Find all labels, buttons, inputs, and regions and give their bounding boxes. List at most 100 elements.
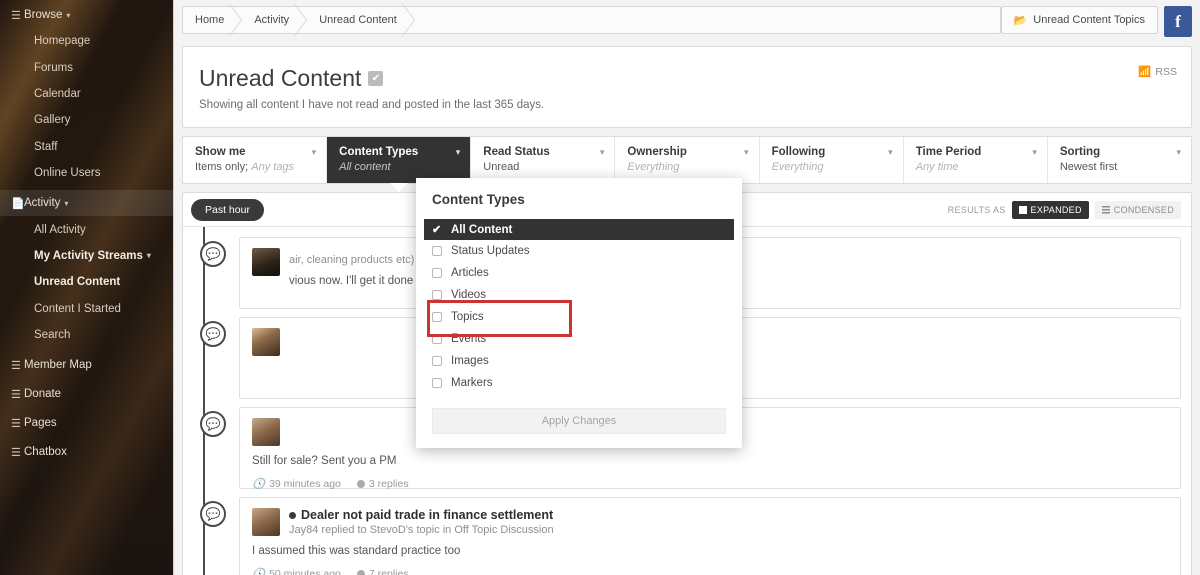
breadcrumb-item-home[interactable]: Home: [183, 6, 242, 34]
checkbox-icon[interactable]: [432, 290, 442, 300]
facebook-icon: f: [1175, 11, 1181, 31]
menu-icon: ☰: [11, 359, 21, 372]
sidebar-item-search[interactable]: Search: [0, 322, 173, 348]
mark-read-badge-icon[interactable]: ✔: [368, 71, 384, 86]
option-all-content[interactable]: ✔ All Content: [424, 219, 734, 240]
option-status-updates[interactable]: Status Updates: [424, 240, 734, 262]
option-markers[interactable]: Markers: [424, 372, 734, 394]
option-articles[interactable]: Articles: [424, 262, 734, 284]
sidebar-item-label: Online Users: [34, 167, 101, 180]
sidebar-group-activity-label: Activity: [24, 197, 61, 210]
view-condensed-button[interactable]: CONDENSED: [1094, 200, 1181, 219]
unread-content-topics-label: Unread Content Topics: [1033, 14, 1145, 26]
check-icon: ✔: [432, 224, 442, 236]
sidebar-item-label: Content I Started: [34, 302, 121, 315]
option-videos[interactable]: Videos: [424, 284, 734, 306]
page-root: ☰ Browse ▾ Homepage Forums Calendar Gall…: [0, 0, 1200, 575]
filter-content-types[interactable]: Content Types All content ▾: [327, 137, 472, 192]
feed-entry-body: I assumed this was standard practice too: [252, 545, 461, 557]
view-expanded-label: EXPANDED: [1030, 204, 1082, 215]
checkbox-icon[interactable]: [432, 246, 442, 256]
sidebar-item-label: All Activity: [34, 223, 86, 236]
menu-icon: ☰: [11, 446, 21, 459]
feed-entry-head: Dealer not paid trade in finance settlem…: [252, 508, 1168, 536]
sidebar-item-my-activity-streams[interactable]: My Activity Streams ▾: [0, 243, 173, 269]
option-topics[interactable]: Topics: [424, 306, 734, 328]
option-label: Status Updates: [451, 245, 530, 257]
chevron-down-icon: ▾: [888, 147, 893, 157]
filter-following[interactable]: Following Everything ▾: [760, 137, 904, 183]
sidebar-item-online-users[interactable]: Online Users: [0, 160, 173, 186]
chevron-down-icon: ▾: [146, 251, 151, 261]
sidebar-group-activity[interactable]: 📄 Activity ▾: [0, 190, 173, 217]
sidebar-item-gallery[interactable]: Gallery: [0, 107, 173, 133]
feed-entry-title[interactable]: Dealer not paid trade in finance settlem…: [289, 508, 1168, 522]
time-pill-past-hour[interactable]: Past hour: [191, 198, 264, 221]
comment-icon: 💬: [200, 241, 226, 267]
sidebar-item-label: Staff: [34, 140, 58, 153]
feed-entry-meta: 🕓 39 minutes ago 3 replies: [252, 477, 1168, 491]
chevron-down-icon: ▾: [455, 147, 461, 157]
chevron-down-icon: ▾: [1032, 147, 1037, 157]
filter-show-me[interactable]: Show me Items only; Any tags ▾: [183, 137, 328, 183]
option-events[interactable]: Events: [424, 328, 734, 350]
menu-icon: ☰: [11, 388, 21, 401]
sidebar-item-pages[interactable]: ☰ Pages: [0, 410, 173, 436]
feed-entry-time: 🕓 39 minutes ago: [252, 477, 341, 491]
view-expanded-button[interactable]: EXPANDED: [1011, 200, 1089, 219]
filter-ownership[interactable]: Ownership Everything ▾: [615, 137, 760, 183]
sidebar-item-unread-content[interactable]: Unread Content: [0, 269, 173, 295]
feed-entry-replies[interactable]: 7 replies: [356, 568, 409, 575]
option-images[interactable]: Images: [424, 350, 734, 372]
filter-title: Ownership: [627, 146, 687, 158]
filter-bar: Show me Items only; Any tags ▾ Content T…: [182, 136, 1192, 192]
avatar: [252, 248, 280, 276]
facebook-share-button[interactable]: f: [1164, 6, 1192, 37]
sidebar-item-forums[interactable]: Forums: [0, 54, 173, 80]
checkbox-icon[interactable]: [432, 268, 442, 278]
checkbox-icon[interactable]: [432, 334, 442, 344]
sidebar-item-chatbox[interactable]: ☰ Chatbox: [0, 439, 173, 465]
apply-changes-button[interactable]: Apply Changes: [432, 408, 726, 434]
sidebar-item-staff[interactable]: Staff: [0, 134, 173, 160]
filter-value-muted: Any tags: [251, 161, 295, 173]
sidebar-item-calendar[interactable]: Calendar: [0, 81, 173, 107]
rss-link[interactable]: 📶 RSS: [1138, 65, 1177, 79]
sidebar-group-browse-label: Browse: [24, 9, 63, 21]
sidebar-item-donate[interactable]: ☰ Donate: [0, 381, 173, 407]
breadcrumb-item-activity[interactable]: Activity: [242, 6, 307, 34]
checkbox-icon[interactable]: [432, 356, 442, 366]
filter-sorting[interactable]: Sorting Newest first ▾: [1048, 137, 1191, 183]
filter-value: Newest first: [1059, 161, 1118, 173]
filter-value: Any time: [915, 161, 959, 173]
filter-time-period[interactable]: Time Period Any time ▾: [904, 137, 1048, 183]
unread-content-topics-button[interactable]: 📂 Unread Content Topics: [1000, 6, 1158, 34]
sidebar-item-label: Donate: [24, 388, 62, 401]
sidebar-item-content-i-started[interactable]: Content I Started: [0, 296, 173, 322]
sidebar-item-label: Gallery: [34, 114, 71, 127]
rss-icon: 📶: [1138, 66, 1152, 78]
sidebar-group-browse[interactable]: ☰ Browse ▾: [0, 2, 173, 28]
rss-label: RSS: [1155, 65, 1177, 78]
sidebar-item-label: Member Map: [24, 359, 92, 372]
feed-entry-replies[interactable]: 3 replies: [356, 477, 409, 490]
checkbox-icon[interactable]: [432, 378, 442, 388]
filter-value: Everything: [771, 161, 824, 173]
feed-entry-replies-label: 3 replies: [368, 477, 409, 490]
breadcrumb-item-unread-content[interactable]: Unread Content: [307, 6, 415, 34]
sidebar-item-member-map[interactable]: ☰ Member Map: [0, 352, 173, 378]
feed-entry-body-1: air, cleaning products etc): [289, 254, 415, 266]
comment-icon: 💬: [200, 321, 226, 347]
filter-title: Content Types: [339, 146, 419, 158]
feed-entry[interactable]: Dealer not paid trade in finance settlem…: [239, 497, 1181, 575]
page-title-text: Unread Content: [199, 65, 362, 91]
sidebar-item-label: Homepage: [34, 35, 91, 48]
filter-read-status[interactable]: Read Status Unread ▾: [471, 137, 616, 183]
checkbox-icon[interactable]: [432, 312, 442, 322]
sidebar-item-all-activity[interactable]: All Activity: [0, 216, 173, 242]
unread-dot-icon: [289, 511, 296, 519]
feed-entry-time: 🕓 50 minutes ago: [252, 567, 341, 575]
sidebar: ☰ Browse ▾ Homepage Forums Calendar Gall…: [0, 0, 174, 575]
sidebar-item-homepage[interactable]: Homepage: [0, 28, 173, 54]
feed-entry-subtitle: Jay84 replied to StevoD's topic in Off T…: [289, 524, 554, 536]
